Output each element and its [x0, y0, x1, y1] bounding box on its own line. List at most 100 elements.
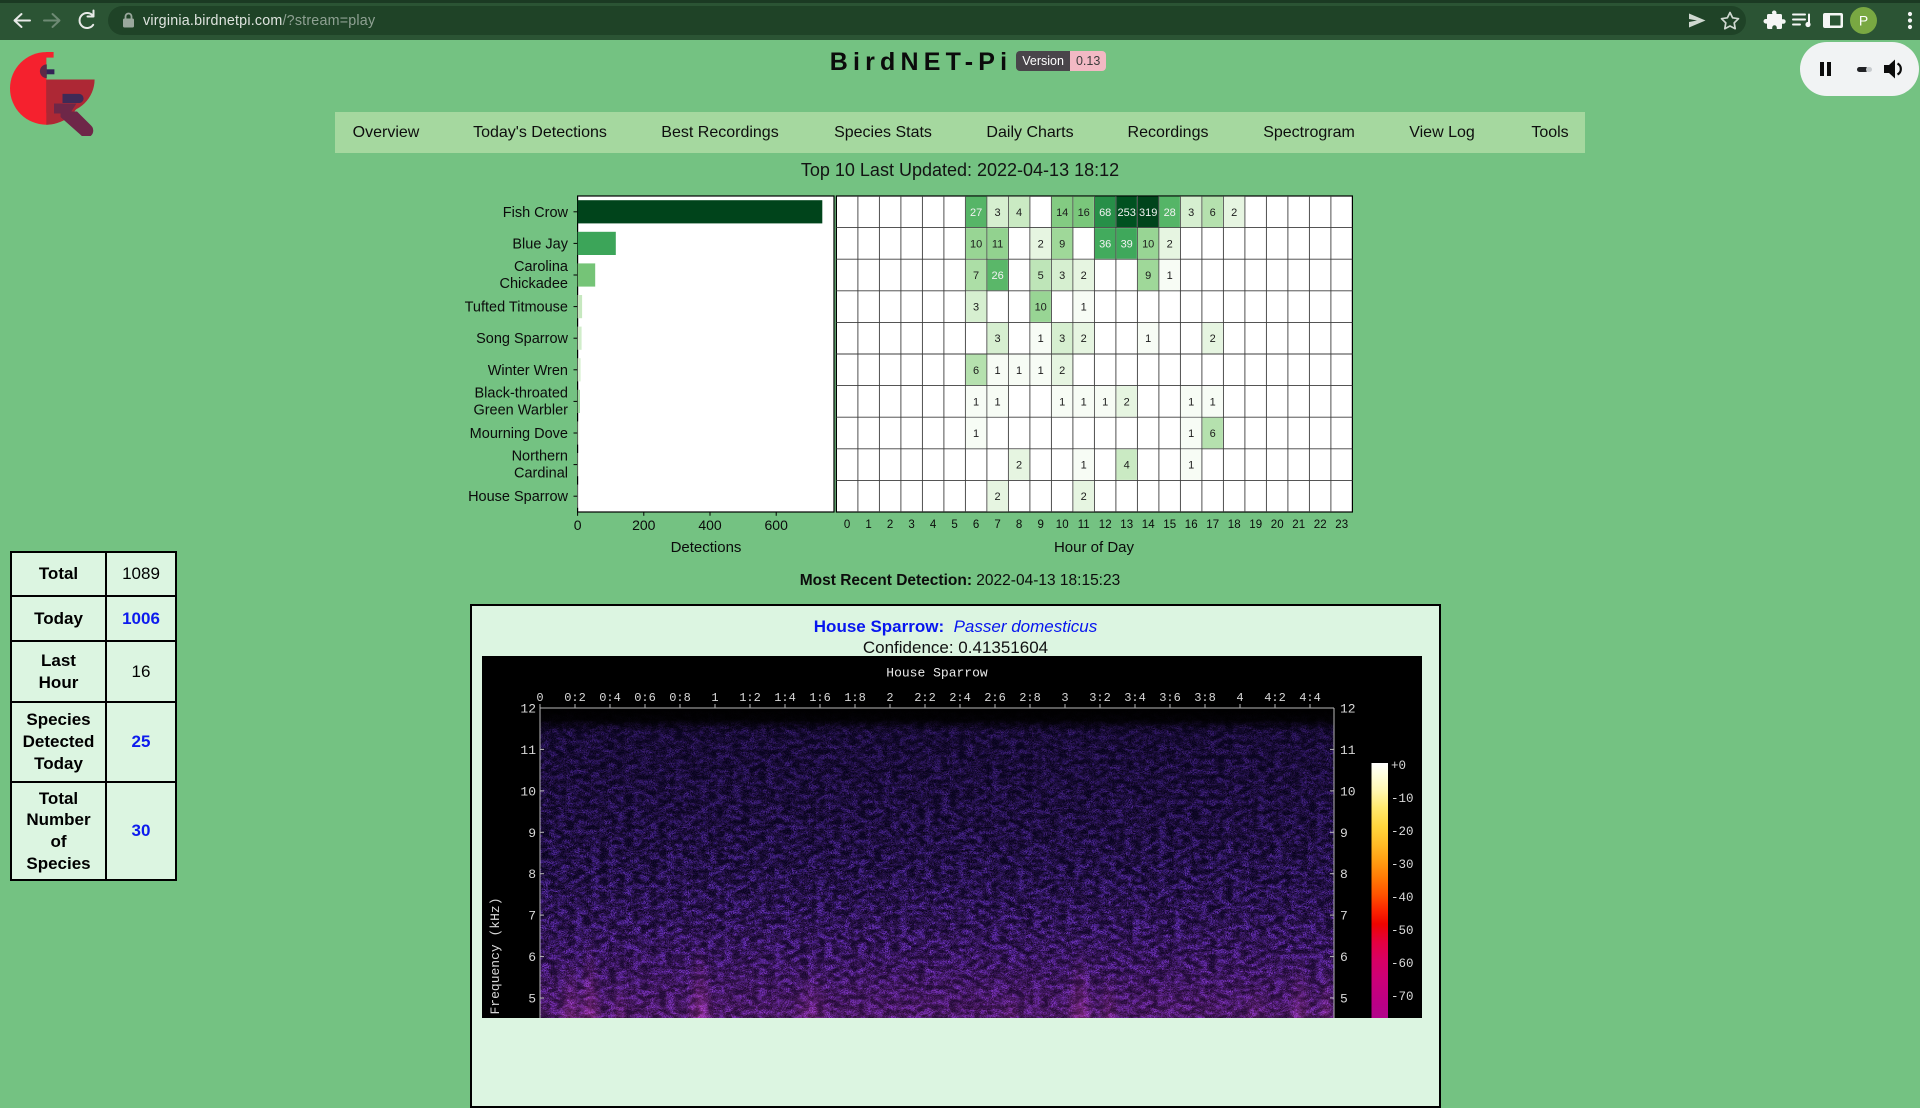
svg-text:1: 1	[1059, 396, 1065, 408]
svg-text:14: 14	[1056, 207, 1068, 219]
svg-text:2: 2	[1081, 333, 1087, 345]
svg-text:27: 27	[970, 207, 982, 219]
svg-text:1: 1	[1188, 460, 1194, 472]
svg-text:1: 1	[1188, 428, 1194, 440]
svg-text:10: 10	[1035, 302, 1047, 314]
svg-text:200: 200	[632, 517, 656, 533]
svg-text:Frequency (kHz): Frequency (kHz)	[488, 897, 503, 1014]
svg-text:1: 1	[1081, 396, 1087, 408]
svg-text:Green Warbler: Green Warbler	[473, 402, 568, 418]
svg-text:15: 15	[1163, 519, 1176, 531]
svg-text:1:4: 1:4	[774, 691, 796, 705]
svg-text:3:4: 3:4	[1124, 691, 1146, 705]
svg-text:8: 8	[1340, 867, 1348, 882]
svg-text:Mourning Dove: Mourning Dove	[470, 426, 568, 442]
svg-text:2:8: 2:8	[1019, 691, 1041, 705]
svg-text:5: 5	[951, 519, 957, 531]
svg-text:14: 14	[1142, 519, 1155, 531]
svg-text:Song Sparrow: Song Sparrow	[476, 331, 568, 347]
svg-text:1: 1	[1081, 460, 1087, 472]
svg-text:9: 9	[528, 826, 536, 841]
svg-text:-20: -20	[1391, 825, 1414, 839]
svg-text:12: 12	[1099, 519, 1112, 531]
svg-text:3: 3	[1059, 270, 1065, 282]
svg-text:1: 1	[1102, 396, 1108, 408]
svg-text:22: 22	[1314, 519, 1327, 531]
svg-text:P: P	[1859, 13, 1868, 29]
svg-text:2: 2	[1059, 365, 1065, 377]
svg-text:0: 0	[536, 691, 543, 705]
svg-text:2: 2	[995, 491, 1001, 503]
svg-text:1: 1	[1081, 302, 1087, 314]
svg-text:Tufted Titmouse: Tufted Titmouse	[465, 300, 568, 316]
svg-text:Blue Jay: Blue Jay	[512, 236, 568, 252]
svg-text:13: 13	[1120, 519, 1133, 531]
svg-text:2: 2	[1081, 270, 1087, 282]
svg-text:0:2: 0:2	[564, 691, 586, 705]
svg-text:600: 600	[765, 517, 789, 533]
svg-text:1: 1	[973, 396, 979, 408]
svg-text:10: 10	[520, 784, 536, 799]
svg-text:3: 3	[1188, 207, 1194, 219]
svg-text:11: 11	[520, 743, 536, 758]
svg-text:6: 6	[1210, 207, 1216, 219]
svg-text:17: 17	[1206, 519, 1219, 531]
svg-text:Black-throated: Black-throated	[475, 385, 569, 401]
svg-text:9: 9	[1037, 519, 1043, 531]
svg-text:11: 11	[1340, 743, 1356, 758]
svg-text:400: 400	[698, 517, 722, 533]
svg-text:11: 11	[992, 238, 1003, 250]
svg-text:20: 20	[1271, 519, 1284, 531]
svg-text:2:2: 2:2	[914, 691, 936, 705]
svg-text:4: 4	[1016, 207, 1022, 219]
svg-text:4: 4	[1124, 460, 1130, 472]
svg-text:3: 3	[973, 302, 979, 314]
svg-text:10: 10	[1142, 238, 1154, 250]
svg-text:Carolina: Carolina	[514, 259, 569, 275]
svg-text:5: 5	[1340, 992, 1348, 1007]
svg-text:2: 2	[1210, 333, 1216, 345]
svg-text:4: 4	[1236, 691, 1243, 705]
svg-text:1:6: 1:6	[809, 691, 831, 705]
svg-text:Fish Crow: Fish Crow	[503, 205, 569, 221]
svg-text:7: 7	[973, 270, 979, 282]
svg-text:1: 1	[1016, 365, 1022, 377]
svg-text:6: 6	[973, 519, 979, 531]
svg-text:+0: +0	[1391, 759, 1406, 773]
svg-text:Cardinal: Cardinal	[514, 466, 568, 482]
svg-text:9: 9	[1059, 238, 1065, 250]
svg-text:2: 2	[1038, 238, 1044, 250]
svg-text:36: 36	[1099, 238, 1111, 250]
svg-text:253: 253	[1118, 207, 1136, 219]
svg-text:16: 16	[1185, 519, 1198, 531]
svg-text:5: 5	[1038, 270, 1044, 282]
svg-text:18: 18	[1228, 519, 1241, 531]
svg-text:7: 7	[1340, 909, 1348, 924]
svg-text:9: 9	[1145, 270, 1151, 282]
svg-text:6: 6	[1340, 950, 1348, 965]
svg-text:0:4: 0:4	[599, 691, 621, 705]
svg-text:3:6: 3:6	[1159, 691, 1181, 705]
svg-text:1: 1	[865, 519, 871, 531]
svg-text:0:6: 0:6	[634, 691, 656, 705]
svg-text:2:4: 2:4	[949, 691, 971, 705]
svg-text:1: 1	[995, 396, 1001, 408]
svg-text:11: 11	[1078, 519, 1090, 531]
svg-text:-70: -70	[1391, 990, 1414, 1004]
svg-text:1: 1	[711, 691, 718, 705]
svg-text:0: 0	[574, 517, 582, 533]
svg-text:10: 10	[1056, 519, 1069, 531]
svg-text:Detections: Detections	[671, 539, 742, 556]
svg-text:19: 19	[1249, 519, 1262, 531]
svg-text:3: 3	[1059, 333, 1065, 345]
svg-text:3:8: 3:8	[1194, 691, 1216, 705]
svg-text:-60: -60	[1391, 957, 1414, 971]
svg-text:2: 2	[1081, 491, 1087, 503]
svg-text:1: 1	[973, 428, 979, 440]
svg-text:House Sparrow: House Sparrow	[886, 666, 988, 681]
svg-text:2: 2	[1124, 396, 1130, 408]
svg-text:3: 3	[995, 207, 1001, 219]
svg-text:12: 12	[1340, 702, 1356, 717]
svg-text:8: 8	[1016, 519, 1022, 531]
svg-text:4:4: 4:4	[1299, 691, 1321, 705]
